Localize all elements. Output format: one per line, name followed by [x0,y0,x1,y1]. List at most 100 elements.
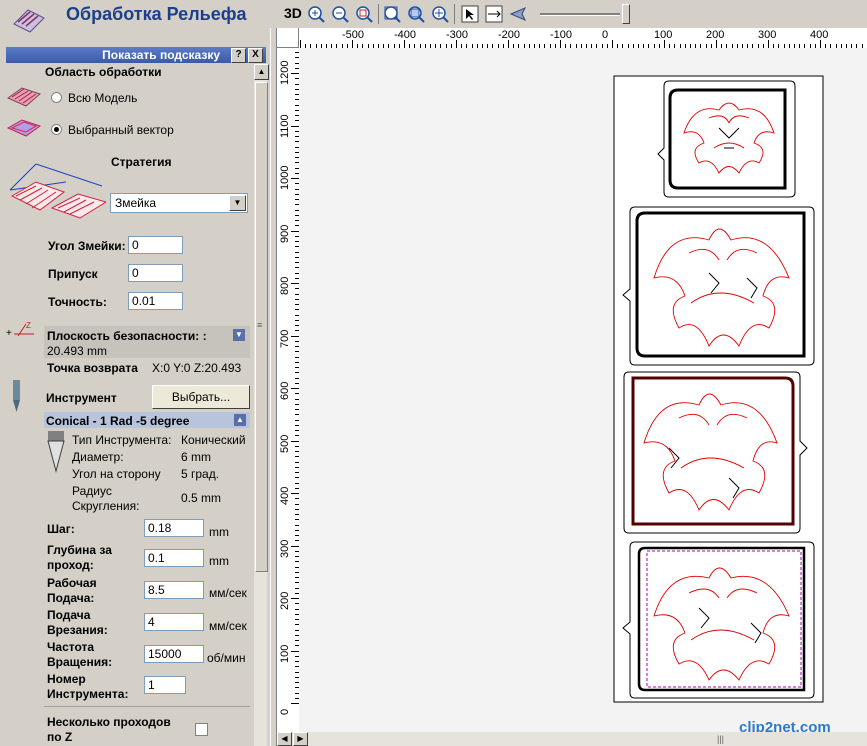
zoom-all-icon[interactable] [430,4,450,24]
accuracy-input[interactable] [128,292,183,310]
unit-step: mm [209,525,229,539]
cut-label-plunge: Подача Врезания: [47,608,108,637]
ruler-x-tick-label: -400 [394,29,417,41]
cut-label-toolnum: Номер Инструмента: [47,672,129,701]
zoom-in-icon[interactable] [306,4,326,24]
help-button[interactable]: ? [231,48,246,63]
view-toolbar: 3D [270,0,867,28]
tool-bit-icon [13,380,20,412]
ruler-y-tick-label: 500 [279,434,291,453]
ruler-x-tick [820,40,821,48]
ruler-y-tick-label: 200 [279,591,291,610]
ruler-y-tick-label: 1200 [279,60,291,85]
multi-pass-checkbox[interactable] [195,723,208,736]
relief-logo-icon [13,9,45,33]
ruler-vertical: 1200 1100 1000 900 800 700 600 500 400 300 200 100 0 [277,48,300,732]
ruler-y-tick [291,178,299,179]
ruler-y-tick [291,283,299,284]
drawing-canvas [613,75,824,703]
multi-pass-label: Несколько проходов по Z [47,715,171,744]
select-tool-icon[interactable] [460,4,480,24]
ruler-y-tick-label: 300 [279,539,291,558]
ruler-x-tick [352,40,353,48]
cut-label-spindle: Частота Вращения: [47,640,113,669]
ruler-y-tick-label: 400 [279,486,291,505]
ruler-x-tick [664,40,665,48]
panel-splitter[interactable] [270,0,277,746]
radio-whole-model[interactable] [51,92,62,103]
safe-plane-value: 20.493 mm [47,344,108,358]
feed-input[interactable] [144,581,204,599]
vector-icon [6,119,42,137]
chevron-down-icon[interactable]: ▼ [229,195,246,211]
watermark: clip2net.com [739,719,831,732]
move-tool-icon[interactable] [484,4,504,24]
step-input[interactable] [144,519,204,537]
ruler-y-tick-label: 800 [279,276,291,295]
ruler-x-tick [508,40,509,48]
strategy-select[interactable]: Змейка ▼ [110,193,248,213]
scroll-left-button[interactable]: ◀ [277,732,292,746]
safe-plane-label: Плоскость безопасности: : [47,329,207,343]
allowance-input[interactable] [128,264,183,282]
horizontal-scrollbar[interactable]: ◀ ▶ ||| [277,732,867,746]
panel-title: Обработка Рельефа [66,4,247,24]
collapse-icon[interactable]: ▲ [234,414,246,426]
ruler-y-tick [291,125,299,127]
zoom-fit-icon[interactable] [382,4,402,24]
return-point-label: Точка возврата [47,361,138,375]
cut-label-depth: Глубина за проход: [47,543,112,572]
ruler-x-tick [404,40,405,48]
tool-name: Conical - 1 Rad -5 degree [46,414,190,428]
drawing-viewport[interactable]: clip2net.com [299,48,867,732]
ruler-y-tick [291,335,299,337]
depth-input[interactable] [144,549,204,567]
scroll-up-button[interactable]: ▲ [254,64,269,80]
tool-heading: Инструмент [46,391,117,405]
ruler-y-tick [291,493,299,494]
zoom-slider-track[interactable] [540,13,620,16]
param-label-accuracy: Точность: [48,295,107,309]
scroll-grip-icon: ||| [717,734,725,744]
select-tool-button[interactable]: Выбрать... [152,385,250,409]
ruler-y-tick [291,388,299,389]
toolbar-separator [454,4,455,24]
ruler-y-tick [291,230,299,232]
zoom-slider-handle[interactable] [622,4,630,24]
spindle-input[interactable] [144,645,204,663]
label-whole-model: Всю Модель [68,91,138,105]
zoom-out-icon[interactable] [330,4,350,24]
angle-input[interactable] [128,236,183,254]
ruler-y-tick-label: 1000 [279,165,291,190]
ruler-y-tick [291,650,299,652]
ruler-y-tick-label: 700 [279,329,291,348]
ruler-x-tick-label: -100 [550,29,573,41]
ruler-y-tick [291,598,299,599]
toolbar-separator [378,4,379,24]
ruler-y-tick-label: 1100 [279,113,291,138]
hint-bar[interactable]: Показать подсказку ? X [6,47,266,63]
tool-prop-label-type: Тип Инструмента: [72,433,172,447]
plunge-input[interactable] [144,613,204,631]
zoom-extents-icon[interactable] [406,4,426,24]
toolnum-input[interactable] [144,676,186,694]
ruler-horizontal: -500 -400 -300 -200 -100 0 100 200 300 400 [299,28,867,49]
ruler-x-tick [716,40,717,48]
zoom-window-icon[interactable] [354,4,374,24]
hint-label[interactable]: Показать подсказку [102,48,220,62]
ruler-x-tick [612,40,613,48]
ruler-x-tick-label: 0 [602,29,609,41]
view-3d-button[interactable]: 3D [284,5,302,21]
strategy-heading: Стратегия [111,155,172,169]
expand-icon[interactable]: ▼ [233,329,245,341]
close-button[interactable]: X [248,48,263,63]
ruler-y-tick [291,440,299,442]
scroll-right-button[interactable]: ▶ [293,732,308,746]
machining-panel: Обработка Рельефа Показать подсказку ? X… [0,0,270,746]
radio-selected-vector[interactable] [51,124,62,135]
axis-icon: Z + [6,321,34,339]
model-icon [6,87,41,107]
unit-plunge: мм/сек [209,619,247,633]
pan-tool-icon[interactable] [508,4,528,24]
ruler-x-tick-label: -500 [342,29,365,41]
